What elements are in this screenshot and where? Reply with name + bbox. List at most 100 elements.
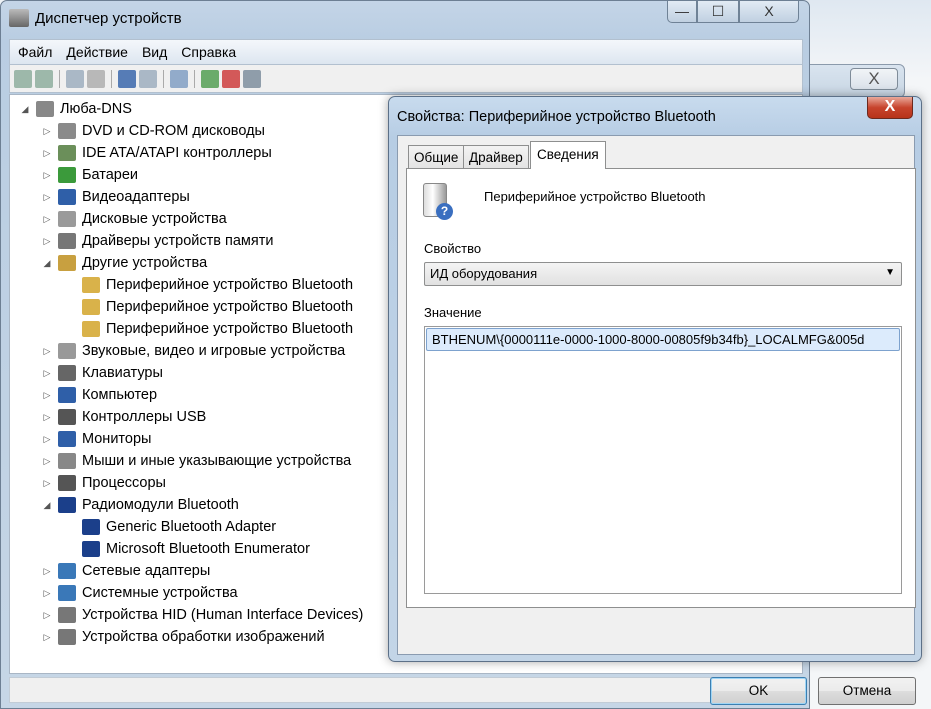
device-category-icon (58, 563, 76, 579)
tree-category[interactable]: ▷ Системные устройства (42, 582, 238, 604)
tree-category[interactable]: ▷ Компьютер (42, 384, 157, 406)
disable-icon[interactable] (243, 69, 261, 88)
expander-icon[interactable]: ▷ (42, 610, 52, 621)
expander-icon[interactable]: ▷ (42, 456, 52, 467)
toolbar-separator (111, 69, 112, 88)
tree-category[interactable]: ▷ Батареи (42, 164, 138, 186)
value-list-item[interactable]: BTHENUM\{0000111e-0000-1000-8000-00805f9… (426, 328, 900, 351)
tree-category[interactable]: ▷ Процессоры (42, 472, 166, 494)
device-category-icon (58, 409, 76, 425)
tree-category[interactable]: ▷ Мониторы (42, 428, 151, 450)
update-driver-icon[interactable] (201, 69, 219, 88)
device-category-icon (58, 233, 76, 249)
help-icon[interactable] (118, 69, 136, 88)
properties-icon[interactable] (87, 69, 105, 88)
back-icon[interactable] (14, 69, 32, 88)
expander-icon[interactable]: ▷ (42, 478, 52, 489)
tree-item-label: Мониторы (82, 431, 152, 447)
menu-item-2[interactable]: Вид (142, 44, 167, 60)
expander-icon[interactable]: ▷ (42, 368, 52, 379)
expander-icon[interactable]: ◢ (20, 104, 30, 115)
tree-category[interactable]: ▷ Мыши и иные указывающие устройства (42, 450, 351, 472)
uninstall-icon[interactable] (222, 69, 240, 88)
menu-item-3[interactable]: Справка (181, 44, 236, 60)
tree-category[interactable]: ▷ Устройства обработки изображений (42, 626, 325, 648)
expander-icon[interactable]: ▷ (42, 588, 52, 599)
tree-item-label: Устройства HID (Human Interface Devices) (82, 607, 364, 623)
tree-item-label: Устройства обработки изображений (82, 629, 325, 645)
expander-icon[interactable]: ▷ (42, 170, 52, 181)
tree-category[interactable]: ▷ Сетевые адаптеры (42, 560, 210, 582)
scan-hardware-icon[interactable] (170, 69, 188, 88)
warning-device-icon (82, 321, 100, 337)
expander-icon[interactable]: ▷ (42, 126, 52, 137)
tree-category[interactable]: ▷ DVD и CD-ROM дисководы (42, 120, 265, 142)
expander-icon[interactable]: ▷ (42, 346, 52, 357)
expander-icon[interactable]: ▷ (42, 566, 52, 577)
expander-icon[interactable]: ▷ (42, 412, 52, 423)
tree-device[interactable]: Периферийное устройство Bluetooth (66, 274, 353, 296)
property-select[interactable]: ИД оборудования ▼ (424, 262, 902, 286)
tab-general[interactable]: Общие (408, 145, 465, 168)
expander-icon[interactable]: ▷ (42, 434, 52, 445)
tree-category[interactable]: ▷ Драйверы устройств памяти (42, 230, 273, 252)
tree-category[interactable]: ◢ Другие устройства (42, 252, 207, 274)
tree-category[interactable]: ▷ Устройства HID (Human Interface Devices… (42, 604, 363, 626)
close-button[interactable]: X (739, 1, 799, 23)
tree-item-label: Клавиатуры (82, 365, 163, 381)
tree-category[interactable]: ▷ Дисковые устройства (42, 208, 227, 230)
device-category-icon (58, 387, 76, 403)
device-category-icon (58, 607, 76, 623)
expander-icon[interactable]: ◢ (42, 500, 52, 511)
tree-item-label: Периферийное устройство Bluetooth (106, 321, 354, 337)
tree-item-label: Периферийное устройство Bluetooth (106, 299, 354, 315)
device-category-icon (58, 431, 76, 447)
tree-item-label: Звуковые, видео и игровые устройства (82, 343, 346, 359)
menu-item-1[interactable]: Действие (66, 44, 128, 60)
show-hide-console-tree-icon[interactable] (66, 69, 84, 88)
tree-root[interactable]: ◢ Люба-DNS (20, 98, 132, 120)
device-category-icon (58, 189, 76, 205)
tree-category[interactable]: ▷ Контроллеры USB (42, 406, 206, 428)
expander-icon[interactable]: ▷ (42, 236, 52, 247)
tree-device[interactable]: Периферийное устройство Bluetooth (66, 296, 353, 318)
tree-device[interactable]: Периферийное устройство Bluetooth (66, 318, 353, 340)
expander-icon[interactable]: ▷ (42, 390, 52, 401)
device-category-icon (58, 497, 76, 513)
device-category-icon (58, 211, 76, 227)
dialog-close-button[interactable]: X (867, 97, 913, 119)
tree-category[interactable]: ▷ Звуковые, видео и игровые устройства (42, 340, 345, 362)
expander-icon[interactable]: ▷ (42, 214, 52, 225)
tab-driver[interactable]: Драйвер (463, 145, 529, 168)
toolbar (9, 65, 803, 93)
tree-item-label: Видеоадаптеры (82, 189, 190, 205)
tree-device[interactable]: Generic Bluetooth Adapter (66, 516, 276, 538)
tree-item-label: Дисковые устройства (82, 211, 227, 227)
value-label: Значение (424, 305, 482, 320)
expander-icon[interactable]: ▷ (42, 148, 52, 159)
tree-category[interactable]: ▷ Видеоадаптеры (42, 186, 190, 208)
tree-category[interactable]: ◢ Радиомодули Bluetooth (42, 494, 239, 516)
background-window-close-button[interactable]: X (850, 68, 898, 90)
tree-category[interactable]: ▷ Клавиатуры (42, 362, 163, 384)
menu-item-0[interactable]: Файл (18, 44, 52, 60)
tree-item-label: Другие устройства (82, 255, 208, 271)
expander-icon[interactable]: ▷ (42, 192, 52, 203)
bluetooth-icon (82, 541, 100, 557)
tree-device[interactable]: Microsoft Bluetooth Enumerator (66, 538, 310, 560)
ok-button[interactable]: OK (710, 677, 807, 705)
chevron-down-icon: ▼ (885, 267, 895, 278)
maximize-button[interactable]: ☐ (697, 1, 739, 23)
cancel-button[interactable]: Отмена (818, 677, 916, 705)
bluetooth-icon (82, 519, 100, 535)
expander-icon[interactable]: ◢ (42, 258, 52, 269)
device-category-icon (58, 475, 76, 491)
expander-icon[interactable]: ▷ (42, 632, 52, 643)
device-category-icon (58, 629, 76, 645)
action-pane-icon[interactable] (139, 69, 157, 88)
tab-details[interactable]: Сведения (530, 141, 606, 169)
value-list[interactable]: BTHENUM\{0000111e-0000-1000-8000-00805f9… (424, 326, 902, 594)
tree-category[interactable]: ▷ IDE ATA/ATAPI контроллеры (42, 142, 272, 164)
forward-icon[interactable] (35, 69, 53, 88)
minimize-button[interactable]: — (667, 1, 697, 23)
